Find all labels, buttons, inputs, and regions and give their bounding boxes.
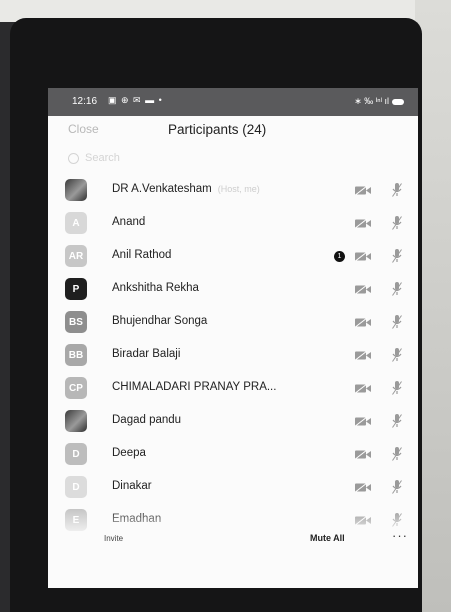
participant-name-text: Ankshitha Rekha [112,282,199,294]
avatar: BB [65,344,87,366]
mute-all-button[interactable]: Mute All [310,533,345,543]
participant-row[interactable]: DR A.Venkatesham (Host, me) [48,174,418,207]
avatar: CP [65,377,87,399]
participant-name: Deepa [112,447,146,459]
participant-name-text: Anil Rathod [112,249,172,261]
chat-count-badge: 1 [334,251,345,262]
participant-row[interactable]: AR Anil Rathod 1 [48,240,418,273]
mic-muted-icon [392,348,402,362]
video-off-icon [355,318,371,327]
mic-muted-icon [392,183,402,197]
video-off-icon [355,186,371,195]
participant-row[interactable]: A Anand [48,207,418,240]
participants-header: Close Participants (24) [48,116,418,150]
mic-muted-icon [392,414,402,428]
search-placeholder: Search [85,152,120,164]
participant-row[interactable]: D Deepa [48,438,418,471]
participant-row[interactable]: BS Bhujendhar Songa [48,306,418,339]
participant-name: Dagad pandu [112,414,181,426]
video-off-icon [355,351,371,360]
close-button[interactable]: Close [68,122,99,136]
search-input[interactable]: Search [68,152,398,174]
video-off-icon [355,417,371,426]
participant-name: Anand [112,216,145,228]
phone-screen: 12:16 ▣ ⊕ ✉ ▬ • ∗ ‰ ᴵⁿˡ ıl Close Partici… [48,88,418,588]
participant-name-text: Bhujendhar Songa [112,315,208,327]
participant-row[interactable]: D Dinakar [48,471,418,504]
search-icon [68,152,79,164]
avatar: BS [65,311,87,333]
page-title: Participants (24) [168,122,267,137]
mic-muted-icon [392,315,402,329]
battery-icon [392,98,404,105]
invite-button[interactable]: Invite [104,534,123,543]
mic-muted-icon [392,216,402,230]
video-off-icon [355,252,371,261]
participant-list: DR A.Venkatesham (Host, me) A Anand AR Anil R… [48,174,418,534]
participant-name: CHIMALADARI PRANAY PRA... [112,381,276,393]
participant-role: (Host, me) [217,184,260,194]
mic-muted-icon [392,249,402,263]
participants-footer: Invite Mute All ··· [48,528,418,562]
participant-name-text: DR A.Venkatesham [112,183,212,195]
video-off-icon [355,450,371,459]
participant-name-text: CHIMALADARI PRANAY PRA... [112,381,277,393]
avatar [65,179,87,201]
mic-muted-icon [392,447,402,461]
participant-name-text: Deepa [112,447,146,459]
avatar: P [65,278,87,300]
network-status-icons: ∗ ‰ ᴵⁿˡ ıl [354,96,389,106]
more-icon[interactable]: ··· [392,528,408,543]
video-off-icon [355,219,371,228]
participant-name-text: Dagad pandu [112,414,182,426]
status-bar: 12:16 ▣ ⊕ ✉ ▬ • ∗ ‰ ᴵⁿˡ ıl [48,88,418,116]
participant-name-text: Biradar Balaji [112,348,181,360]
participant-row[interactable]: Dagad pandu [48,405,418,438]
video-off-icon [355,285,371,294]
notification-icons: ▣ ⊕ ✉ ▬ • [108,95,163,105]
avatar: AR [65,245,87,267]
signal-icons: ∗ ‰ ᴵⁿˡ ıl [354,96,404,107]
participant-row[interactable]: P Ankshitha Rekha [48,273,418,306]
participant-name: Ankshitha Rekha [112,282,199,294]
participant-row[interactable]: CP CHIMALADARI PRANAY PRA... [48,372,418,405]
avatar: A [65,212,87,234]
screen-bottom [48,560,418,588]
status-time: 12:16 [72,96,98,107]
video-off-icon [355,384,371,393]
participant-name: Biradar Balaji [112,348,180,360]
participant-name: DR A.Venkatesham (Host, me) [112,183,260,195]
avatar: D [65,476,87,498]
mic-muted-icon [392,480,402,494]
avatar: D [65,443,87,465]
mic-muted-icon [392,282,402,296]
participant-name-text: Dinakar [112,480,152,492]
phone-frame: 12:16 ▣ ⊕ ✉ ▬ • ∗ ‰ ᴵⁿˡ ıl Close Partici… [10,18,422,612]
mic-muted-icon [392,381,402,395]
participant-row[interactable]: BB Biradar Balaji [48,339,418,372]
participant-name: Bhujendhar Songa [112,315,207,327]
avatar [65,410,87,432]
video-off-icon [355,483,371,492]
participant-name: Anil Rathod [112,249,171,261]
participant-name: Dinakar [112,480,152,492]
participant-name-text: Anand [112,216,146,228]
